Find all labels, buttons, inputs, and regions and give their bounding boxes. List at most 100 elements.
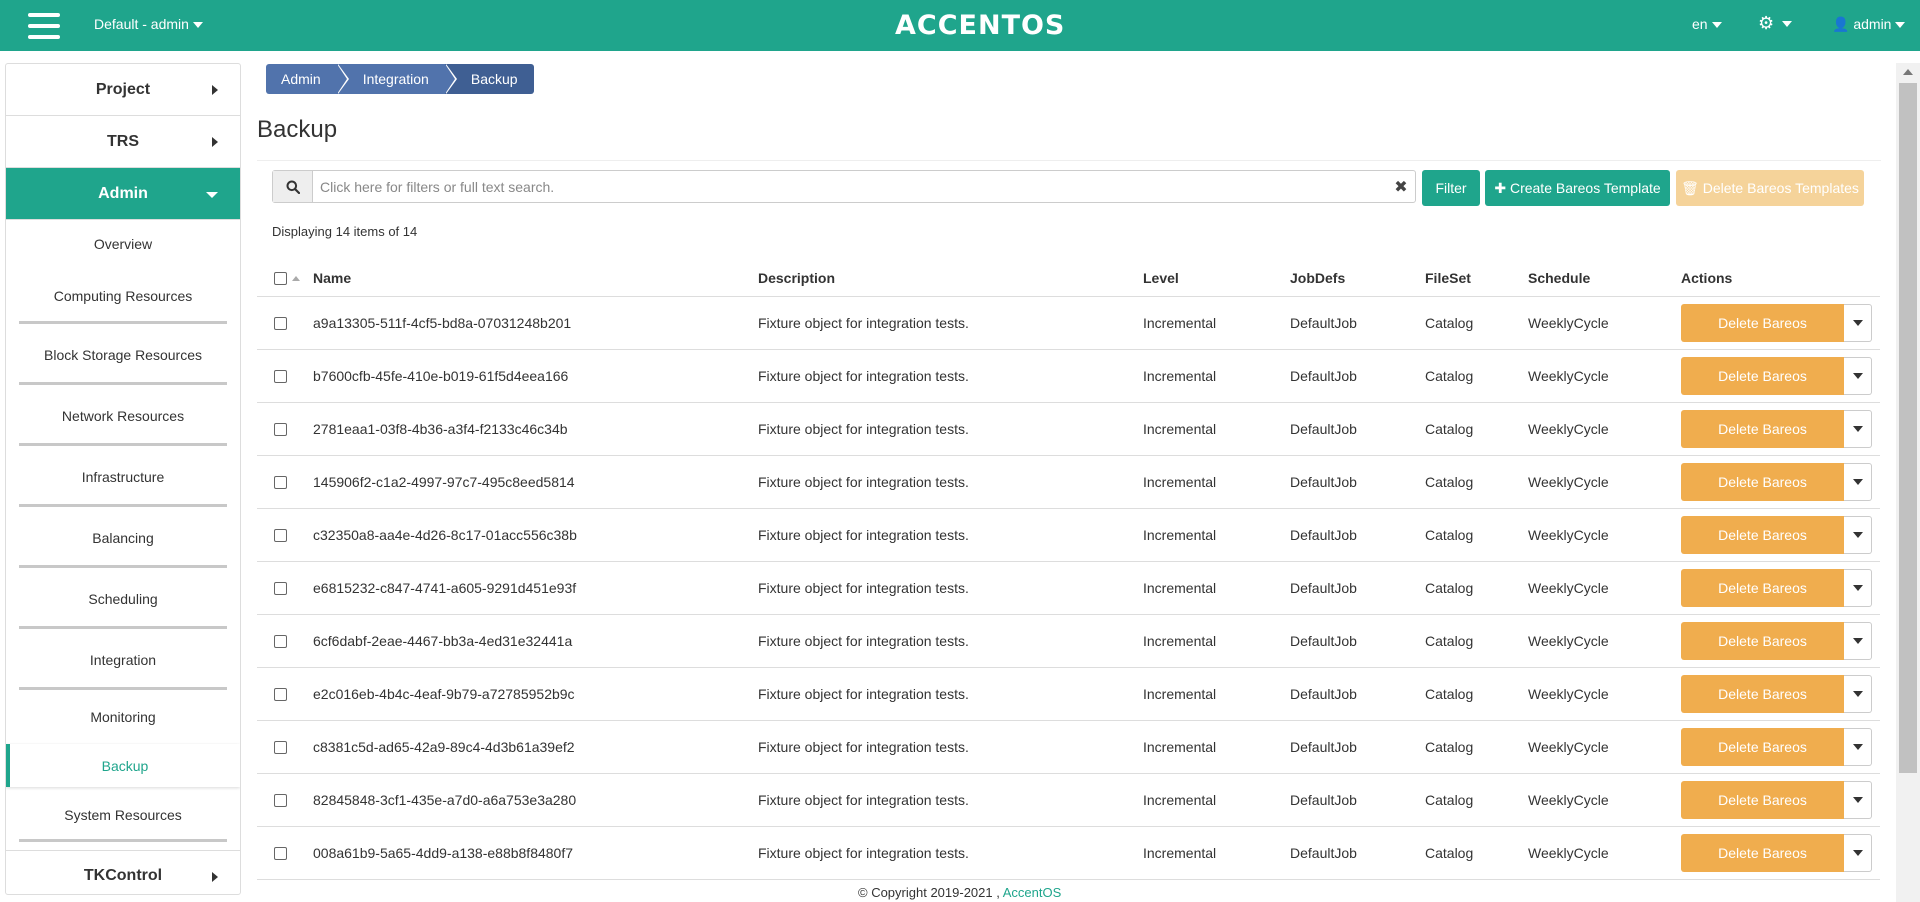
chevron-right-icon (212, 872, 218, 882)
sidebar-item-integration[interactable]: Integration (6, 629, 240, 690)
cell-level: Incremental (1143, 739, 1217, 755)
delete-bareos-templates-button[interactable]: 🗑 Delete Bareos Templates (1676, 170, 1864, 206)
sidebar-item-monitoring[interactable]: Monitoring (6, 690, 240, 744)
row-select-cell (257, 422, 313, 436)
header-name[interactable]: Name (313, 270, 758, 286)
delete-bareos-template-button[interactable]: Delete Bareos Template (1681, 728, 1844, 793)
sidebar-section-project[interactable]: Project (6, 64, 240, 116)
sidebar-item-network-resources[interactable]: Network Resources (6, 385, 240, 446)
row-actions-dropdown[interactable] (1844, 781, 1872, 819)
select-all-checkbox[interactable] (274, 271, 287, 285)
scroll-up-icon[interactable] (1903, 69, 1913, 75)
row-actions-dropdown[interactable] (1844, 357, 1872, 395)
sidebar-item-label: Integration (89, 651, 157, 668)
delete-bareos-template-button[interactable]: Delete Bareos Template (1681, 304, 1844, 369)
sidebar-item-computing-resources[interactable]: Computing Resources (6, 268, 240, 324)
cell-name: 82845848-3cf1-435e-a7d0-a6a753e3a280 (313, 792, 577, 808)
row-actions-dropdown[interactable] (1844, 516, 1872, 554)
sidebar-item-backup[interactable]: Backup (6, 744, 240, 787)
language-switcher[interactable]: en (1692, 16, 1722, 32)
footer-link[interactable]: AccentOS (1003, 885, 1062, 900)
create-bareos-template-button[interactable]: ✚ Create Bareos Template (1485, 170, 1670, 206)
row-actions-dropdown[interactable] (1844, 569, 1872, 607)
row-actions-dropdown[interactable] (1844, 622, 1872, 660)
delete-bareos-template-button[interactable]: Delete Bareos Template (1681, 622, 1844, 687)
row-checkbox[interactable] (274, 634, 287, 648)
cell-jobdefs: DefaultJob (1290, 527, 1357, 543)
search-icon[interactable] (273, 171, 313, 202)
delete-bareos-template-button[interactable]: Delete Bareos Template (1681, 410, 1844, 475)
row-checkbox[interactable] (274, 422, 287, 436)
delete-bareos-template-button[interactable]: Delete Bareos Template (1681, 357, 1844, 422)
cell-description: Fixture object for integration tests. (758, 315, 969, 331)
delete-bareos-template-button[interactable]: Delete Bareos Template (1681, 675, 1844, 740)
sidebar-section-tkcontrol[interactable]: TKControl (6, 850, 240, 894)
project-switcher[interactable]: Default - admin (94, 16, 203, 32)
filter-button[interactable]: Filter (1422, 170, 1480, 206)
settings-menu[interactable]: ⚙ (1758, 13, 1793, 34)
table-row: e2c016eb-4b4c-4eaf-9b79-a72785952b9c Fixt… (257, 668, 1880, 740)
row-actions-dropdown[interactable] (1844, 728, 1872, 766)
sidebar-item-overview[interactable]: Overview (6, 220, 240, 268)
row-checkbox[interactable] (274, 316, 287, 330)
delete-bareos-template-button[interactable]: Delete Bareos Template (1681, 781, 1844, 846)
cell-name: 145906f2-c1a2-4997-97c7-495c8eed5814 (313, 474, 575, 490)
row-actions-dropdown[interactable] (1844, 410, 1872, 448)
user-menu[interactable]: 👤 admin (1832, 16, 1906, 33)
delete-bareos-template-button[interactable]: Delete Bareos Template (1681, 516, 1844, 581)
header-schedule[interactable]: Schedule (1528, 270, 1681, 286)
sort-asc-icon[interactable] (292, 275, 300, 281)
cell-jobdefs: DefaultJob (1290, 421, 1357, 437)
row-actions: Delete Bareos Template (1681, 463, 1880, 528)
row-checkbox[interactable] (274, 528, 287, 542)
sidebar-section-admin[interactable]: Admin (6, 168, 240, 220)
delete-bareos-template-button[interactable]: Delete Bareos Template (1681, 834, 1844, 899)
row-actions-dropdown[interactable] (1844, 834, 1872, 872)
scroll-thumb[interactable] (1899, 83, 1917, 773)
cell-level: Incremental (1143, 421, 1217, 437)
row-checkbox[interactable] (274, 369, 287, 383)
menu-toggle-icon[interactable] (28, 13, 60, 39)
row-actions-dropdown[interactable] (1844, 675, 1872, 713)
chevron-right-icon (212, 137, 218, 147)
row-actions-dropdown[interactable] (1844, 463, 1872, 501)
row-select-cell (257, 740, 313, 754)
page-title: Backup (257, 116, 338, 143)
header-description[interactable]: Description (758, 270, 1143, 286)
row-checkbox[interactable] (274, 740, 287, 754)
sidebar-item-block-storage[interactable]: Block Storage Resources (6, 324, 240, 385)
cell-level: Incremental (1143, 686, 1217, 702)
breadcrumb-integration[interactable]: Integration (336, 64, 458, 94)
header-jobdefs[interactable]: JobDefs (1290, 270, 1425, 286)
row-checkbox[interactable] (274, 687, 287, 701)
delete-bareos-template-button[interactable]: Delete Bareos Template (1681, 463, 1844, 528)
header-fileset[interactable]: FileSet (1425, 270, 1528, 286)
cell-name: 2781eaa1-03f8-4b36-a3f4-f2133c46c34b (313, 421, 568, 437)
delete-bareos-template-button[interactable]: Delete Bareos Template (1681, 569, 1844, 634)
row-checkbox[interactable] (274, 475, 287, 489)
sidebar-section-trs[interactable]: TRS (6, 116, 240, 168)
row-select-cell (257, 316, 313, 330)
cell-level: Incremental (1143, 580, 1217, 596)
search-input[interactable] (313, 171, 1387, 202)
sidebar-item-system-resources[interactable]: System Resources (6, 787, 240, 842)
cell-schedule: WeeklyCycle (1528, 633, 1609, 649)
breadcrumb-admin[interactable]: Admin (266, 64, 349, 94)
row-checkbox[interactable] (274, 793, 287, 807)
top-navbar: Default - admin ACCENTOS en ⚙ 👤 admin (0, 0, 1920, 51)
sidebar-item-scheduling[interactable]: Scheduling (6, 568, 240, 629)
chevron-down-icon (1852, 744, 1863, 750)
sidebar-item-balancing[interactable]: Balancing (6, 507, 240, 568)
header-level[interactable]: Level (1143, 270, 1290, 286)
row-select-cell (257, 528, 313, 542)
clear-search-icon[interactable]: ✖ (1387, 171, 1415, 202)
sidebar-item-infrastructure[interactable]: Infrastructure (6, 446, 240, 507)
row-actions: Delete Bareos Template (1681, 834, 1880, 899)
cell-schedule: WeeklyCycle (1528, 580, 1609, 596)
row-checkbox[interactable] (274, 846, 287, 860)
row-checkbox[interactable] (274, 581, 287, 595)
row-actions-dropdown[interactable] (1844, 304, 1872, 342)
delete-all-label: Delete Bareos Templates (1702, 180, 1859, 196)
page-scrollbar[interactable] (1896, 63, 1920, 902)
cell-description: Fixture object for integration tests. (758, 474, 969, 490)
